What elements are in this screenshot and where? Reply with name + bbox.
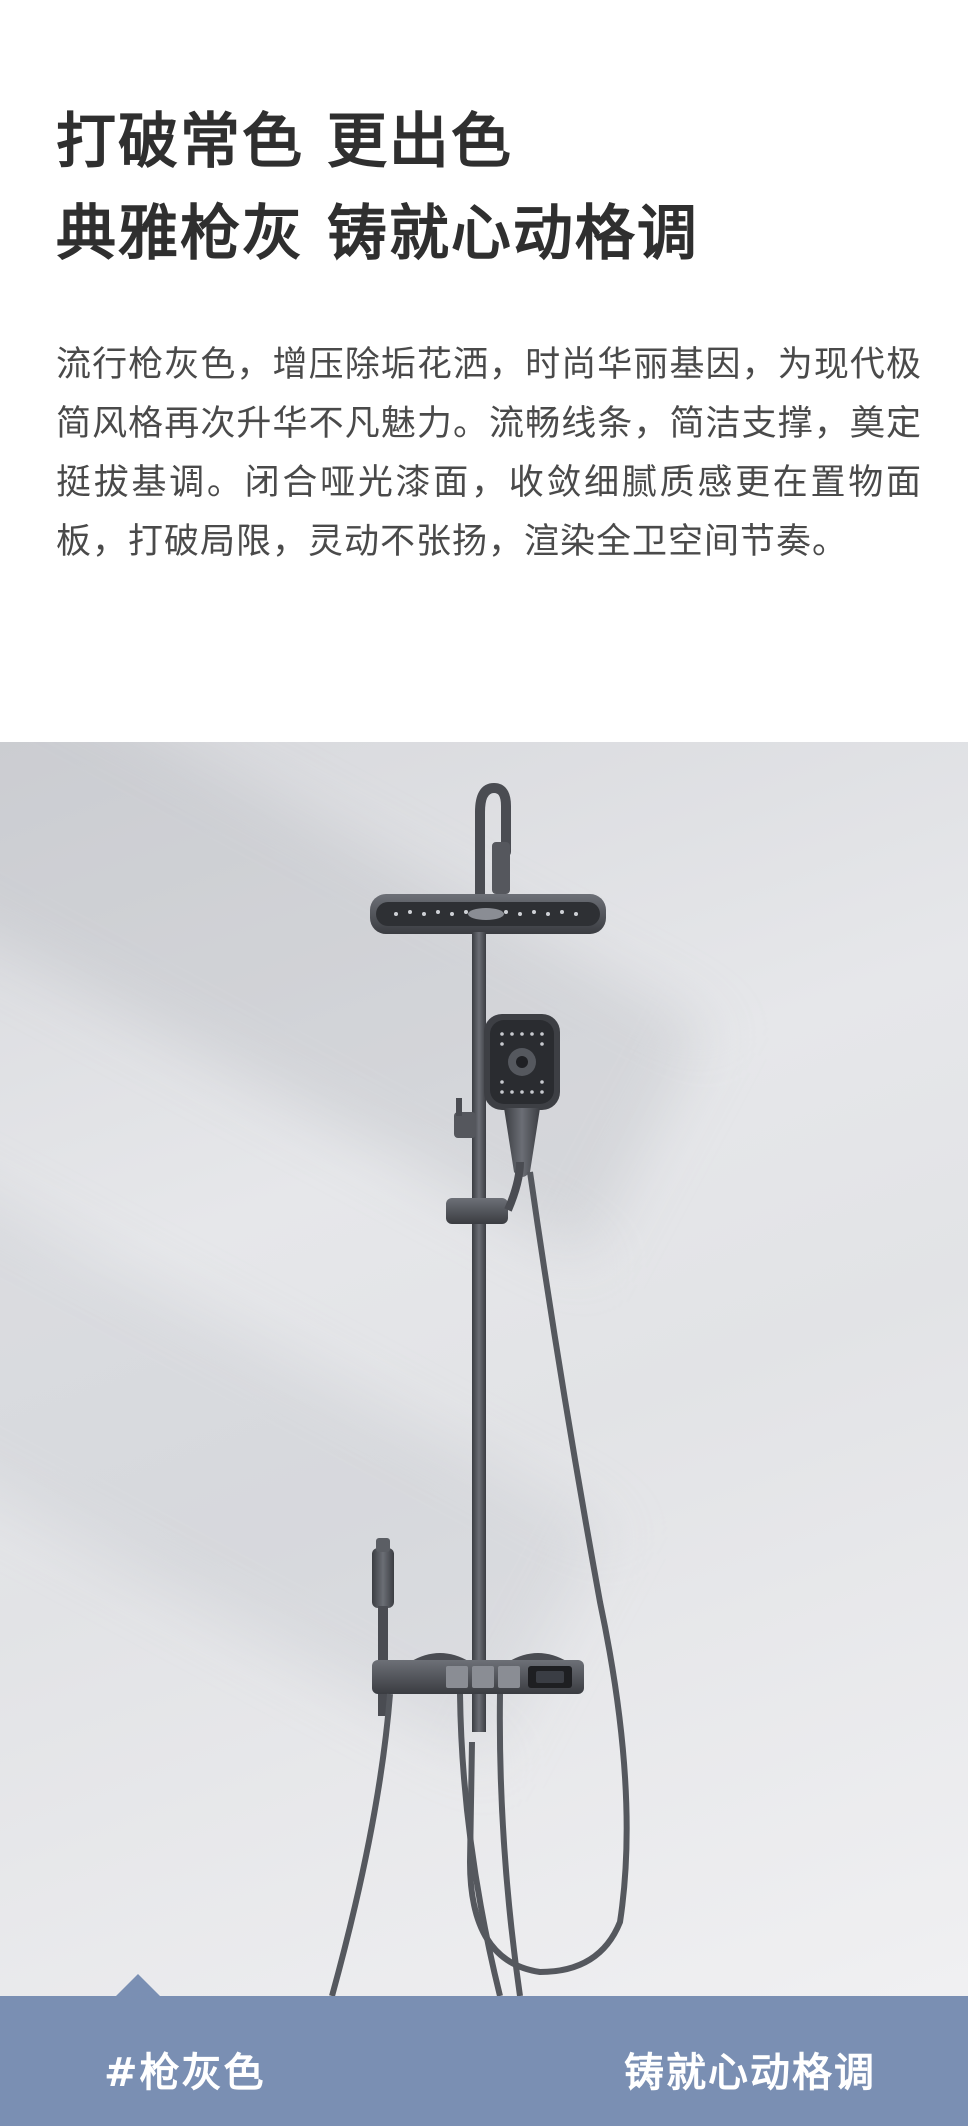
footer-slogan: 铸就心动格调 bbox=[624, 2050, 876, 2096]
footer-notch bbox=[116, 1974, 160, 1996]
header-section: 打破常色 更出色 典雅枪灰 铸就心动格调 流行枪灰色，增压除垢花洒，时尚华丽基因… bbox=[0, 0, 968, 742]
headline-line-2: 典雅枪灰 铸就心动格调 bbox=[56, 199, 699, 269]
headline: 打破常色 更出色 典雅枪灰 铸就心动格调 bbox=[56, 96, 699, 280]
headline-line-1: 打破常色 更出色 bbox=[56, 107, 513, 177]
product-image-panel bbox=[0, 742, 968, 1996]
color-tag-label: #枪灰色 bbox=[104, 2050, 266, 2096]
description-text: 流行枪灰色，增压除垢花洒，时尚华丽基因，为现代极简风格再次升华不凡魅力。流畅线条… bbox=[56, 345, 922, 562]
shower-system-image bbox=[329, 782, 630, 1996]
